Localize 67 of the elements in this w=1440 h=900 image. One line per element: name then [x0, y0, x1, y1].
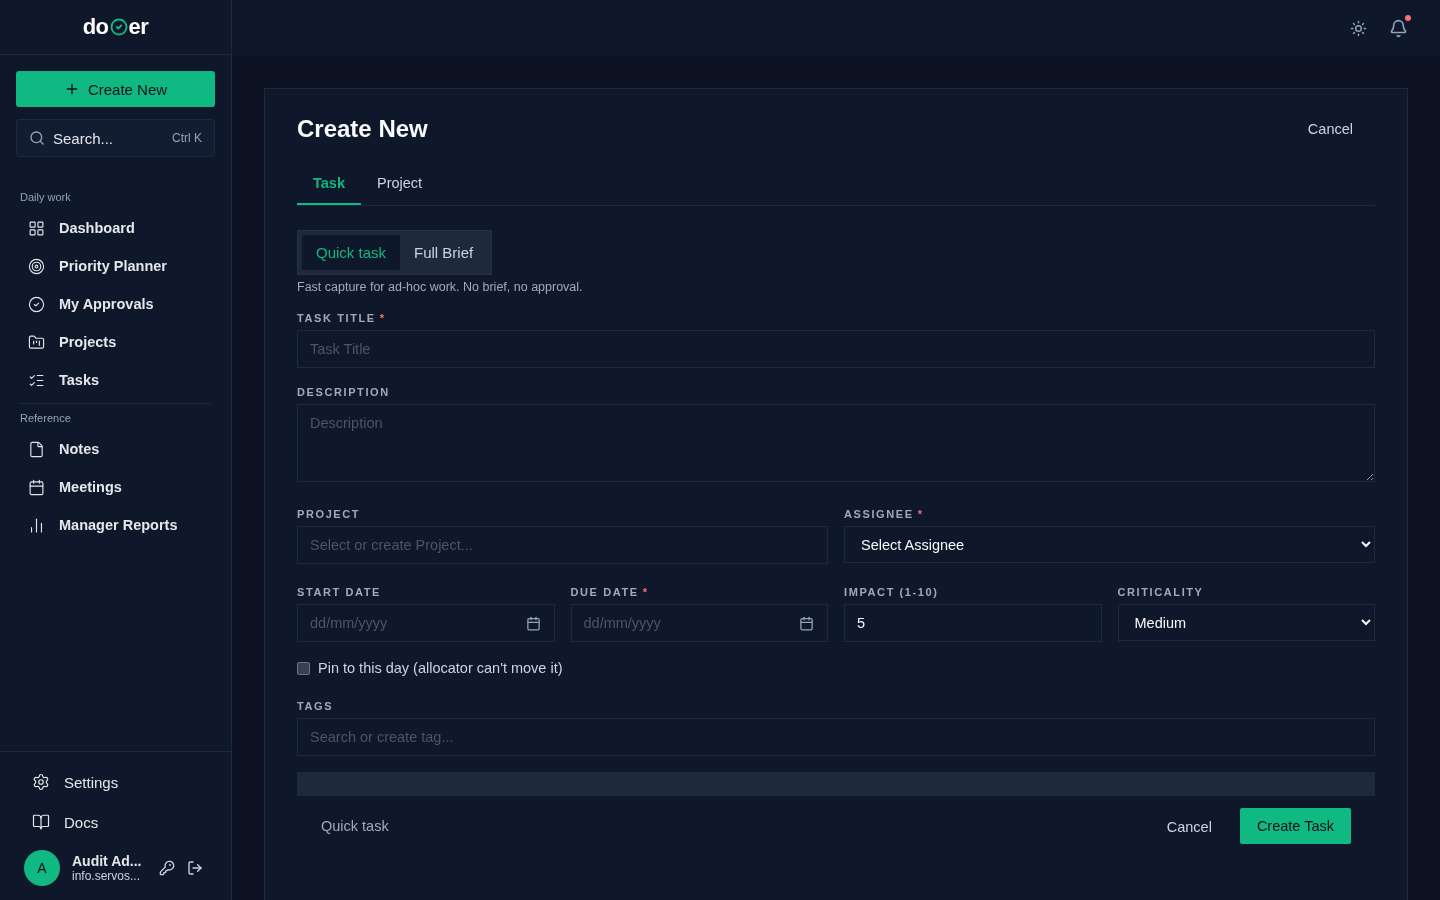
user-name: Audit Ad...	[72, 853, 142, 869]
mode-hint: Fast capture for ad-hoc work. No brief, no approval.	[297, 280, 584, 294]
calendar-icon	[28, 478, 45, 496]
nav-item[interactable]: Settings	[16, 762, 215, 802]
text-field[interactable]: 5	[844, 604, 1102, 642]
book-icon	[32, 813, 50, 831]
check-circle-icon	[28, 295, 45, 313]
section-title: Reference	[19, 412, 72, 424]
key-icon[interactable]	[159, 860, 176, 876]
text-field[interactable]: Task Title	[297, 330, 1375, 368]
field-label: IMPACT (1-10)	[844, 586, 940, 598]
create-new-button[interactable]: Create New	[16, 71, 215, 107]
dropdown[interactable]: Medium	[1117, 604, 1375, 641]
field-label: ASSIGNEE *	[844, 508, 925, 520]
grid-icon	[28, 219, 45, 237]
folder-icon	[28, 333, 45, 351]
required-mark: *	[642, 586, 649, 598]
field-label: TAGS	[297, 700, 335, 712]
form-title: Create New	[297, 115, 428, 143]
field-label: START DATE	[297, 586, 383, 598]
required-mark: *	[379, 312, 386, 324]
date-field[interactable]: dd/mm/yyyy	[570, 604, 828, 642]
tab[interactable]: Project	[361, 165, 439, 205]
bell-icon[interactable]	[1389, 18, 1408, 38]
nav-item[interactable]: Dashboard	[16, 209, 215, 247]
nav-item[interactable]: Meetings	[16, 468, 215, 506]
field-label: PROJECT	[297, 508, 362, 520]
tab[interactable]: Task	[297, 165, 361, 205]
cancel-link[interactable]: Cancel	[1301, 120, 1359, 138]
nav-item[interactable]: Docs	[16, 802, 215, 842]
sun-icon[interactable]	[1350, 19, 1367, 37]
user-email: info.servos...	[72, 869, 142, 883]
target-icon	[28, 257, 45, 275]
nav-item[interactable]: My Approvals	[16, 285, 215, 323]
mode-toggle[interactable]: Full Brief	[400, 235, 488, 270]
field-label: TASK TITLE *	[297, 312, 387, 324]
field-label: DUE DATE *	[570, 586, 650, 598]
logout-icon[interactable]	[187, 860, 204, 876]
mode-label: Quick task	[321, 818, 389, 834]
section-title: Daily work	[19, 191, 72, 203]
mode-toggle[interactable]: Quick task	[302, 235, 401, 270]
date-field[interactable]: dd/mm/yyyy	[297, 604, 555, 642]
logo: do er	[82, 14, 149, 40]
calendar-icon[interactable]	[525, 616, 541, 631]
dropdown[interactable]: Select Assignee	[844, 526, 1375, 563]
search-button[interactable]: Search... Ctrl K	[16, 119, 215, 157]
pin-checkbox[interactable]: Pin to this day (allocator can't move it)	[297, 660, 1375, 676]
create-task-button[interactable]: Create Task	[1239, 808, 1351, 844]
field-label: DESCRIPTION	[297, 386, 391, 398]
field-label: CRITICALITY	[1117, 586, 1205, 598]
cancel-button[interactable]: Cancel	[1160, 818, 1218, 836]
nav-item[interactable]: Priority Planner	[16, 247, 215, 285]
search-icon	[29, 130, 45, 146]
calendar-icon[interactable]	[799, 616, 814, 631]
tags-field[interactable]: Search or create tag...	[297, 718, 1375, 756]
settings-icon	[32, 773, 50, 791]
bar-chart-icon	[28, 516, 45, 534]
description-field[interactable]: Description	[297, 404, 1375, 482]
nav-item[interactable]: Projects	[16, 323, 215, 361]
avatar: A	[24, 850, 60, 886]
nav-item[interactable]: Tasks	[16, 361, 215, 399]
check-circle-icon	[109, 18, 128, 36]
document-icon	[28, 440, 45, 458]
text-field[interactable]: Select or create Project...	[297, 526, 828, 564]
nav-item[interactable]: Notes	[16, 430, 215, 468]
required-mark: *	[917, 508, 924, 520]
nav-item[interactable]: Manager Reports	[16, 506, 215, 544]
